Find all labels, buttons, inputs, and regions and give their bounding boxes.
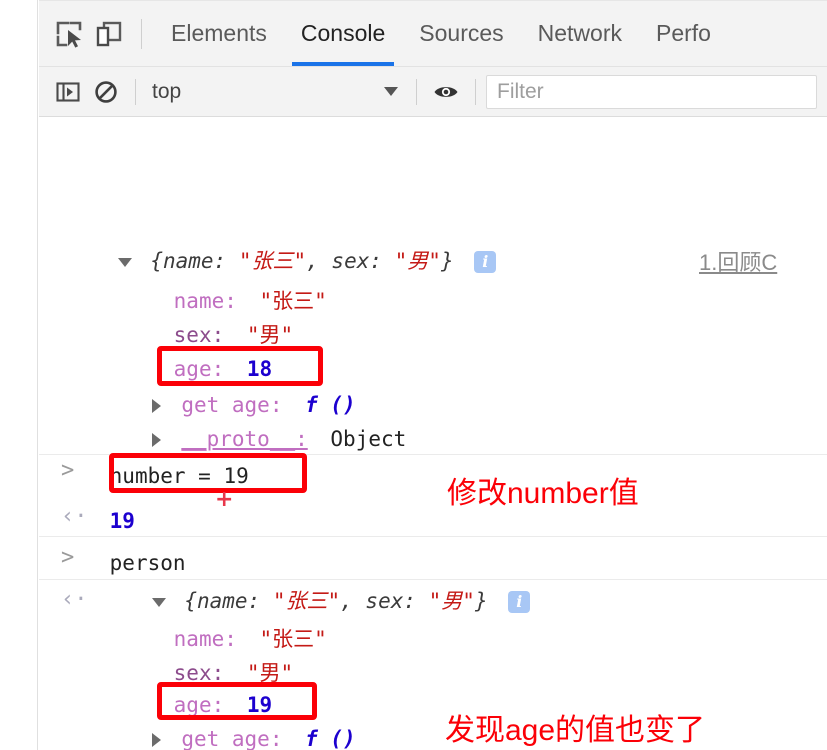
message-separator bbox=[39, 454, 827, 455]
object-property-row[interactable]: get age: f () bbox=[39, 389, 356, 421]
tab-console[interactable]: Console bbox=[284, 1, 402, 66]
page-heading-note: 1.回顾C bbox=[699, 250, 778, 275]
property-key-get-age: get age: bbox=[181, 393, 283, 417]
object-preview-brace-open: { bbox=[184, 589, 197, 613]
property-key-sex: sex: bbox=[173, 661, 225, 685]
object-preview-key-sex: sex: bbox=[331, 249, 395, 273]
create-live-expression-icon[interactable] bbox=[427, 73, 465, 111]
property-value-proto: Object bbox=[330, 427, 407, 451]
property-value-name: "张三" bbox=[259, 289, 327, 313]
object-preview-value-sex: "男" bbox=[428, 589, 475, 613]
info-badge-icon[interactable]: i bbox=[474, 251, 497, 273]
property-value-sex: "男" bbox=[246, 323, 294, 347]
object-property-row: sex: "男" bbox=[39, 319, 294, 351]
property-value-age: 19 bbox=[246, 693, 273, 717]
clear-console-icon[interactable] bbox=[87, 73, 125, 111]
inspect-element-icon[interactable] bbox=[49, 12, 89, 56]
tab-performance-label: Perfo bbox=[656, 20, 711, 46]
tab-network[interactable]: Network bbox=[521, 1, 639, 66]
message-separator bbox=[39, 536, 827, 537]
property-key-name: name: bbox=[173, 289, 237, 313]
execution-context-selector[interactable]: top bbox=[146, 80, 406, 104]
console-filter-bar: top bbox=[39, 67, 827, 117]
tab-sources[interactable]: Sources bbox=[402, 1, 520, 66]
console-input-text-number: number = 19 bbox=[109, 464, 249, 488]
tab-console-label: Console bbox=[300, 20, 386, 46]
disclosure-triangle-open-icon[interactable] bbox=[151, 597, 166, 607]
property-key-age: age: bbox=[173, 693, 225, 717]
property-value-sex: "男" bbox=[246, 661, 294, 685]
console-object-preview-row-2[interactable]: {name: "张三", sex: "男"} i bbox=[39, 585, 531, 617]
execution-context-label: top bbox=[152, 79, 182, 103]
object-preview-key-name: name: bbox=[196, 589, 273, 613]
annotation-age-changed: 发现age的值也变了 bbox=[445, 714, 706, 747]
chevron-down-icon bbox=[384, 87, 398, 96]
tab-sources-label: Sources bbox=[419, 20, 504, 46]
object-preview-key-sex: sex: bbox=[365, 589, 429, 613]
tab-network-label: Network bbox=[537, 20, 622, 46]
console-message-list[interactable]: 1.回顾C {name: "张三", sex: "男"} i name: "张三… bbox=[39, 117, 827, 750]
console-result-value-19: 19 bbox=[109, 509, 135, 533]
object-preview-brace-close: } bbox=[474, 589, 488, 613]
property-value-age: 18 bbox=[246, 357, 273, 381]
property-key-sex: sex: bbox=[173, 323, 225, 347]
device-toolbar-icon[interactable] bbox=[89, 12, 129, 56]
annotation-modify-number: 修改number值 bbox=[447, 477, 639, 510]
devtools-tabs: Elements Console Sources Network Perfo bbox=[154, 1, 728, 66]
object-property-row: age: 19 bbox=[39, 689, 273, 721]
tab-elements[interactable]: Elements bbox=[154, 1, 284, 66]
object-property-row[interactable]: __proto__: Object bbox=[39, 423, 406, 455]
disclosure-triangle-closed-icon[interactable] bbox=[151, 399, 161, 413]
property-key-get-age: get age: bbox=[181, 727, 283, 750]
object-property-row: name: "张三" bbox=[39, 623, 327, 655]
object-preview-comma: , bbox=[340, 589, 366, 613]
console-object-preview-row-1[interactable]: {name: "张三", sex: "男"} i bbox=[39, 245, 497, 277]
show-console-sidebar-icon[interactable] bbox=[49, 73, 87, 111]
object-preview-value-sex: "男" bbox=[394, 249, 441, 273]
disclosure-triangle-closed-icon[interactable] bbox=[151, 733, 161, 747]
tab-elements-label: Elements bbox=[171, 20, 267, 46]
object-preview-brace-open: { bbox=[150, 249, 163, 273]
disclosure-triangle-closed-icon[interactable] bbox=[151, 433, 161, 447]
filterbar-divider-2 bbox=[416, 78, 417, 105]
console-input-text-person: person bbox=[109, 551, 186, 575]
toolbar-divider bbox=[141, 18, 142, 49]
object-preview-value-name: "张三" bbox=[272, 589, 341, 613]
devtools-tabbar: Elements Console Sources Network Perfo bbox=[39, 1, 827, 67]
property-key-name: name: bbox=[173, 627, 237, 651]
message-separator bbox=[39, 579, 827, 580]
devtools-screenshot: Elements Console Sources Network Perfo t… bbox=[0, 0, 827, 750]
console-input-row-person[interactable]: person bbox=[39, 547, 186, 579]
object-property-row[interactable]: get age: f () bbox=[39, 723, 356, 750]
property-key-age: age: bbox=[173, 357, 225, 381]
object-property-row: age: 18 bbox=[39, 353, 273, 385]
object-property-row: sex: "男" bbox=[39, 657, 294, 689]
console-result-row-19: 19 bbox=[39, 505, 135, 537]
tab-performance[interactable]: Perfo bbox=[639, 1, 728, 66]
page-left-gutter bbox=[0, 0, 38, 750]
filterbar-divider-3 bbox=[475, 78, 476, 105]
devtools-panel: Elements Console Sources Network Perfo t… bbox=[39, 0, 827, 750]
object-property-row: name: "张三" bbox=[39, 285, 327, 317]
object-preview-key-name: name: bbox=[162, 249, 239, 273]
object-preview-brace-close: } bbox=[440, 249, 454, 273]
text-cursor-marker: + bbox=[215, 487, 234, 512]
property-value-name: "张三" bbox=[259, 627, 327, 651]
console-filter-input[interactable] bbox=[486, 74, 817, 109]
filterbar-divider-1 bbox=[135, 78, 136, 105]
property-value-get-age: f () bbox=[305, 727, 356, 750]
disclosure-triangle-open-icon[interactable] bbox=[117, 257, 132, 267]
property-key-proto: __proto__: bbox=[181, 427, 308, 451]
object-preview-comma: , bbox=[306, 249, 332, 273]
info-badge-icon[interactable]: i bbox=[508, 591, 531, 613]
property-value-get-age: f () bbox=[305, 393, 356, 417]
object-preview-value-name: "张三" bbox=[238, 249, 307, 273]
